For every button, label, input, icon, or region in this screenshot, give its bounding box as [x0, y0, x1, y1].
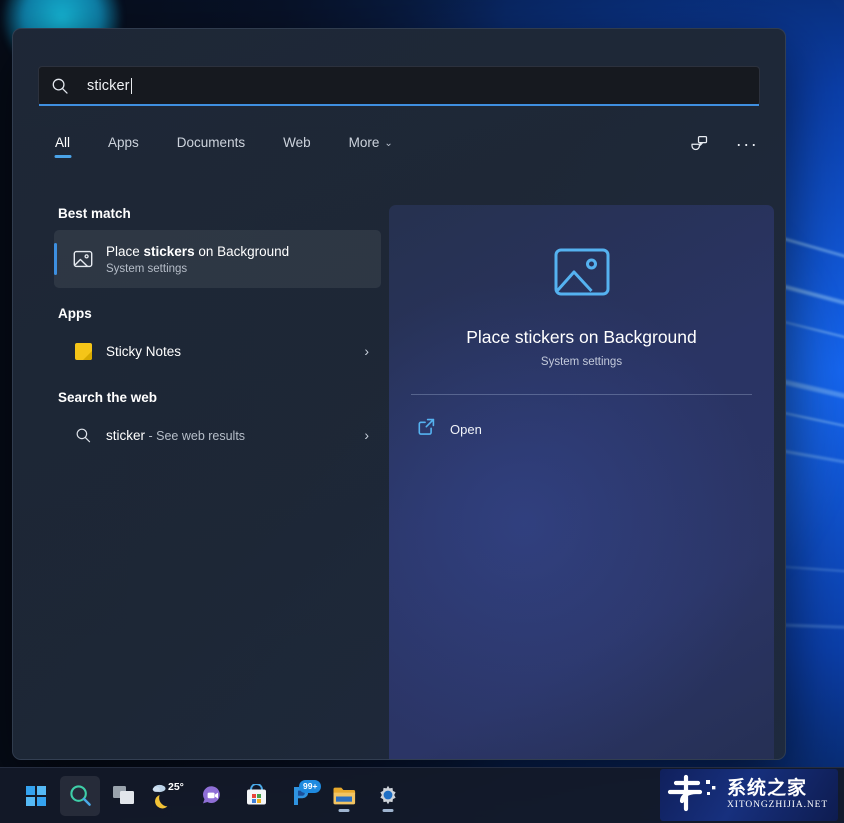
- image-icon: [389, 241, 774, 303]
- best-match-result[interactable]: Place stickers on Background System sett…: [54, 230, 381, 288]
- selection-indicator: [54, 243, 57, 275]
- image-icon: [66, 248, 100, 270]
- notification-badge: 99+: [299, 780, 321, 793]
- open-label: Open: [450, 422, 482, 437]
- tab-label: Apps: [108, 135, 139, 150]
- search-input[interactable]: sticker: [87, 78, 130, 94]
- web-suffix-text: - See web results: [145, 429, 245, 443]
- chevron-down-icon: ⌄: [384, 138, 392, 149]
- weather-widget[interactable]: 25°: [148, 776, 188, 816]
- preview-pane: Place stickers on Background System sett…: [389, 205, 774, 760]
- chat-button[interactable]: [192, 776, 232, 816]
- open-button[interactable]: Open: [417, 417, 774, 441]
- settings-button[interactable]: [368, 776, 408, 816]
- preview-subtitle: System settings: [389, 356, 774, 368]
- search-icon: [66, 427, 100, 444]
- search-panel: sticker All Apps Documents Web More ⌄ ···: [12, 28, 786, 760]
- preview-title: Place stickers on Background: [389, 325, 774, 349]
- section-header-search-web: Search the web: [58, 390, 381, 405]
- edge-button[interactable]: 99+: [280, 776, 320, 816]
- search-button[interactable]: [60, 776, 100, 816]
- result-item-web-search[interactable]: sticker - See web results ›: [54, 414, 381, 456]
- title-highlight: stickers: [144, 244, 195, 259]
- tab-label: Documents: [177, 135, 245, 150]
- result-label: Sticky Notes: [106, 344, 181, 359]
- filter-tabs: All Apps Documents Web More ⌄: [47, 129, 401, 160]
- result-item-sticky-notes[interactable]: Sticky Notes ›: [54, 330, 381, 372]
- start-button[interactable]: [16, 776, 56, 816]
- results-list: Best match Place stickers on Background …: [36, 194, 381, 456]
- search-box[interactable]: sticker: [38, 66, 760, 106]
- result-label: sticker - See web results: [106, 428, 245, 443]
- watermark: 系统之家 XITONGZHIJIA.NET: [660, 769, 838, 821]
- watermark-text-cn: 系统之家: [727, 779, 828, 798]
- watermark-text-en: XITONGZHIJIA.NET: [727, 801, 828, 811]
- web-query-text: sticker: [106, 428, 145, 443]
- tab-more[interactable]: More ⌄: [341, 129, 401, 160]
- text-caret: [131, 78, 132, 94]
- taskbar: 25° 99+: [0, 767, 844, 823]
- tab-label: Web: [283, 135, 311, 150]
- tab-web[interactable]: Web: [275, 129, 319, 160]
- tab-label: All: [55, 135, 70, 150]
- section-header-best-match: Best match: [58, 206, 381, 221]
- running-indicator: [339, 809, 350, 812]
- running-indicator: [383, 809, 394, 812]
- microsoft-store-button[interactable]: [236, 776, 276, 816]
- chevron-right-icon[interactable]: ›: [364, 343, 369, 359]
- title-prefix: Place: [106, 244, 144, 259]
- task-view-button[interactable]: [104, 776, 144, 816]
- tab-documents[interactable]: Documents: [169, 129, 253, 160]
- search-icon: [51, 77, 69, 95]
- watermark-logo-icon: [666, 774, 724, 817]
- divider: [411, 394, 752, 395]
- feedback-icon[interactable]: [683, 129, 715, 159]
- chevron-right-icon[interactable]: ›: [364, 427, 369, 443]
- weather-temperature: 25°: [168, 781, 184, 793]
- best-match-title: Place stickers on Background: [106, 243, 289, 261]
- tab-label: More: [349, 135, 380, 150]
- tab-apps[interactable]: Apps: [100, 129, 147, 160]
- file-explorer-button[interactable]: [324, 776, 364, 816]
- best-match-subtitle: System settings: [106, 263, 289, 275]
- panel-actions: ···: [683, 129, 763, 159]
- tab-all[interactable]: All: [47, 129, 78, 160]
- more-options-icon[interactable]: ···: [731, 129, 763, 159]
- title-suffix: on Background: [195, 244, 290, 259]
- section-header-apps: Apps: [58, 306, 381, 321]
- sticky-notes-icon: [66, 343, 100, 360]
- open-external-icon: [417, 417, 436, 441]
